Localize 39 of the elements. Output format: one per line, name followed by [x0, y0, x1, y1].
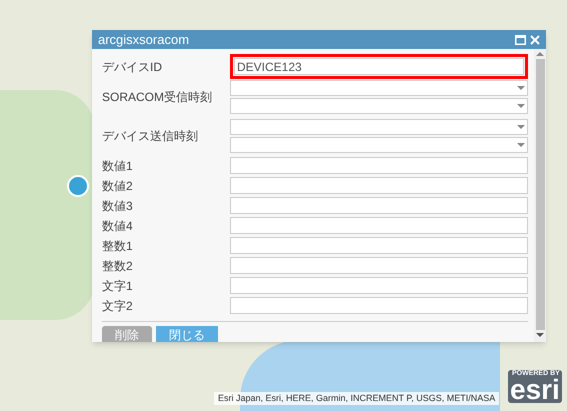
field-label: デバイスID	[102, 60, 163, 74]
input-field[interactable]	[230, 177, 528, 194]
input-field[interactable]	[230, 237, 528, 254]
input-field[interactable]	[230, 297, 528, 314]
field-label: 文字1	[102, 278, 134, 292]
input-field[interactable]	[230, 257, 528, 274]
input-field[interactable]	[230, 277, 528, 294]
field-label: デバイス送信時刻	[102, 129, 199, 143]
field-label: 文字2	[102, 298, 134, 312]
input-field[interactable]	[230, 217, 528, 234]
close-icon[interactable]	[530, 34, 540, 44]
field-label: 整数1	[102, 238, 134, 252]
dropdown-arrow-icon[interactable]	[517, 142, 525, 148]
scroll-up-icon[interactable]	[536, 51, 544, 57]
scroll-down-icon[interactable]	[536, 332, 544, 338]
logo-text: esri	[510, 377, 560, 403]
close-button[interactable]: 閉じる	[156, 326, 218, 342]
dropdown-arrow-icon[interactable]	[517, 124, 525, 130]
map-attribution: Esri Japan, Esri, HERE, Garmin, INCREMENT P, USGS, METI/NASA	[214, 392, 500, 405]
input-field[interactable]: DEVICE123	[234, 58, 524, 75]
field-label: 整数2	[102, 258, 134, 272]
maximize-icon[interactable]	[515, 34, 526, 44]
date-dropdown[interactable]	[230, 137, 528, 153]
field-label: 数値3	[102, 198, 134, 212]
scrollbar-thumb[interactable]	[536, 59, 544, 330]
field-label: SORACOM受信時刻	[102, 90, 214, 104]
date-dropdown[interactable]	[230, 80, 528, 96]
input-field[interactable]	[230, 197, 528, 214]
dropdown-arrow-icon[interactable]	[517, 86, 525, 90]
input-field[interactable]	[230, 157, 528, 174]
field-label: 数値2	[102, 178, 134, 192]
date-dropdown[interactable]	[230, 98, 528, 114]
field-label: 数値1	[102, 158, 134, 172]
delete-button[interactable]: 削除	[102, 326, 152, 342]
field-label: 数値4	[102, 218, 134, 232]
scrollbar[interactable]	[534, 49, 546, 342]
popup-title: arcgisxsoracom	[98, 33, 190, 46]
date-dropdown[interactable]	[230, 119, 528, 135]
dropdown-arrow-icon[interactable]	[517, 104, 525, 108]
